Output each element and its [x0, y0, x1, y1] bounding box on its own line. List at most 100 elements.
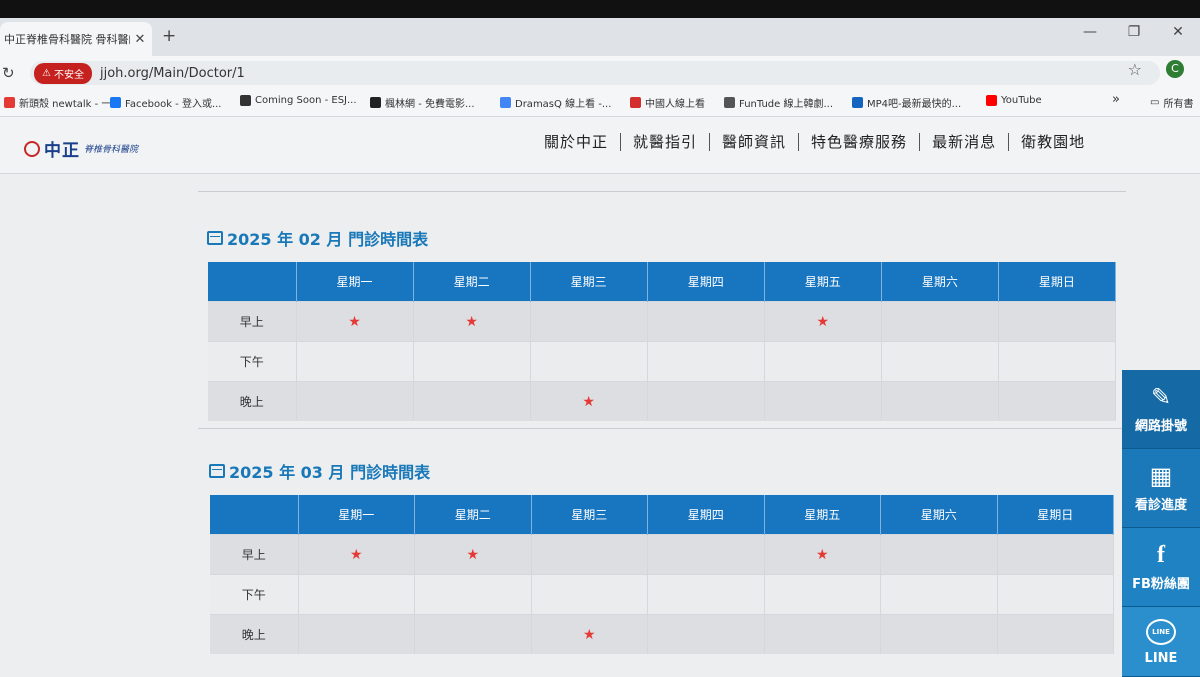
tab-close-icon[interactable]: ✕	[130, 32, 150, 47]
schedule-cell	[764, 574, 881, 615]
schedule-table-mar: 星期一 星期二 星期三 星期四 星期五 星期六 星期日 早上 ★ ★ ★ 下午 晚上 ★	[210, 495, 1114, 654]
url-text[interactable]: jjoh.org/Main/Doctor/1	[100, 66, 245, 81]
close-window-icon[interactable]: ✕	[1156, 24, 1200, 40]
logo-mark-icon	[24, 140, 40, 157]
schedule-table-feb: 星期一 星期二 星期三 星期四 星期五 星期六 星期日 早上 ★ ★ ★ 下午 晚上 ★	[208, 262, 1117, 421]
schedule-cell	[647, 381, 765, 421]
session-label: 早上	[210, 534, 299, 575]
bookmark-item[interactable]: FunTude 線上韓劇...	[724, 95, 833, 110]
schedule-cell	[998, 301, 1117, 342]
schedule-cell	[997, 614, 1114, 654]
nav-item[interactable]: 特色醫療服務	[799, 131, 919, 152]
bookmark-label: Facebook - 登入或...	[125, 99, 222, 110]
facebook-fan-page-button[interactable]: f FB粉絲團	[1122, 528, 1200, 607]
day-header: 星期二	[413, 262, 531, 302]
bookmark-item[interactable]: MP4吧-最新最快的...	[852, 95, 961, 110]
day-header: 星期六	[880, 495, 998, 535]
schedule-cell	[413, 341, 531, 382]
bookmark-item[interactable]: DramasQ 線上看 -...	[500, 95, 611, 110]
nav-item[interactable]: 醫師資訊	[710, 131, 798, 152]
calendar-icon	[209, 464, 225, 478]
site-header: 中正 脊椎骨科醫院 關於中正 就醫指引 醫師資訊 特色醫療服務 最新消息 衛教園地	[0, 117, 1200, 174]
more-bookmarks-icon[interactable]: »	[1112, 92, 1120, 107]
schedule-cell	[764, 341, 882, 382]
bookmark-item[interactable]: 新頭殼 newtalk - 一...	[4, 95, 121, 110]
bookmark-item[interactable]: 楓林網 - 免費電影...	[370, 95, 475, 110]
schedule-cell	[880, 614, 998, 654]
site-logo[interactable]: 中正 脊椎骨科醫院	[24, 136, 138, 161]
schedule-cell	[997, 574, 1114, 615]
clinic-star-icon: ★	[466, 546, 480, 563]
side-button-label: 網路掛號	[1134, 418, 1187, 434]
bookmark-favicon-icon	[724, 97, 735, 108]
schedule-cell	[647, 341, 765, 382]
bookmark-favicon-icon	[4, 97, 15, 108]
bookmark-star-icon[interactable]: ☆	[1128, 60, 1142, 79]
schedule-cell	[530, 341, 648, 382]
divider	[198, 191, 1126, 192]
clinic-star-icon: ★	[582, 393, 595, 410]
day-header: 星期一	[298, 495, 415, 535]
clinic-star-icon: ★	[349, 546, 363, 563]
day-header: 星期五	[764, 495, 881, 535]
address-bar[interactable]: ⚠ 不安全 jjoh.org/Main/Doctor/1	[30, 61, 1160, 85]
schedule-cell: ★	[764, 301, 882, 342]
profile-avatar[interactable]: C	[1166, 60, 1184, 78]
bookmark-favicon-icon	[986, 95, 997, 106]
table-header-row: 星期一 星期二 星期三 星期四 星期五 星期六 星期日	[210, 495, 1114, 535]
day-header: 星期日	[998, 262, 1117, 302]
schedule-cell	[647, 574, 765, 615]
bookmark-favicon-icon	[110, 97, 121, 108]
schedule-cell: ★	[530, 381, 648, 421]
bookmark-item[interactable]: YouTube	[986, 95, 1042, 106]
bookmark-label: Coming Soon - ESJ...	[255, 95, 357, 106]
nav-item[interactable]: 就醫指引	[621, 131, 709, 152]
divider	[198, 428, 1126, 429]
schedule-cell	[881, 301, 999, 342]
tab-bar: 中正脊椎骨科醫院 骨科醫師 吳 ✕ + — ❐ ✕	[0, 18, 1200, 56]
table-row: 晚上 ★	[208, 381, 1117, 421]
minimize-icon[interactable]: —	[1068, 24, 1112, 40]
browser-tab[interactable]: 中正脊椎骨科醫院 骨科醫師 吳 ✕	[0, 22, 152, 56]
all-bookmarks-folder[interactable]: ▭ 所有書	[1150, 95, 1193, 110]
clinic-star-icon: ★	[465, 313, 478, 330]
schedule-cell: ★	[414, 534, 532, 575]
online-registration-button[interactable]: ✎ 網路掛號	[1122, 370, 1200, 449]
line-button[interactable]: LINE LINE	[1122, 607, 1200, 677]
bookmark-favicon-icon	[500, 97, 511, 108]
schedule-cell	[881, 341, 999, 382]
bookmark-item[interactable]: 中國人線上看	[630, 95, 705, 110]
insecure-badge[interactable]: ⚠ 不安全	[34, 62, 92, 84]
header-corner-cell	[210, 495, 299, 535]
nav-item[interactable]: 關於中正	[532, 131, 620, 152]
table-row: 下午	[208, 341, 1117, 382]
line-icon: LINE	[1146, 619, 1176, 645]
bookmark-item[interactable]: Coming Soon - ESJ...	[240, 95, 357, 106]
table-row: 早上 ★ ★ ★	[208, 301, 1117, 342]
bookmark-label: DramasQ 線上看 -...	[515, 99, 612, 110]
reload-icon[interactable]: ↻	[2, 64, 15, 82]
table-header-row: 星期一 星期二 星期三 星期四 星期五 星期六 星期日	[208, 262, 1117, 302]
maximize-icon[interactable]: ❐	[1112, 24, 1156, 40]
new-tab-button[interactable]: +	[162, 26, 176, 46]
folder-icon: ▭	[1150, 97, 1160, 108]
schedule-cell: ★	[413, 301, 531, 342]
nav-item[interactable]: 最新消息	[920, 131, 1008, 152]
schedule-cell	[998, 381, 1117, 421]
session-label: 下午	[208, 341, 297, 382]
day-header: 星期一	[296, 262, 414, 302]
all-bookmarks-label: 所有書	[1163, 99, 1194, 110]
calendar-icon	[207, 231, 223, 245]
consultation-progress-button[interactable]: ▦ 看診進度	[1122, 449, 1200, 528]
warning-icon: ⚠	[42, 67, 51, 79]
schedule-cell	[647, 301, 765, 342]
day-header: 星期六	[881, 262, 999, 302]
nav-item[interactable]: 衛教園地	[1009, 131, 1097, 152]
day-header: 星期三	[530, 262, 648, 302]
bookmark-item[interactable]: Facebook - 登入或...	[110, 95, 222, 110]
side-quick-links: ✎ 網路掛號 ▦ 看診進度 f FB粉絲團 LINE LINE	[1122, 370, 1200, 677]
schedule-cell	[298, 574, 415, 615]
clinic-star-icon: ★	[816, 313, 830, 330]
schedule-cell	[413, 381, 531, 421]
clinic-star-icon: ★	[348, 313, 361, 330]
